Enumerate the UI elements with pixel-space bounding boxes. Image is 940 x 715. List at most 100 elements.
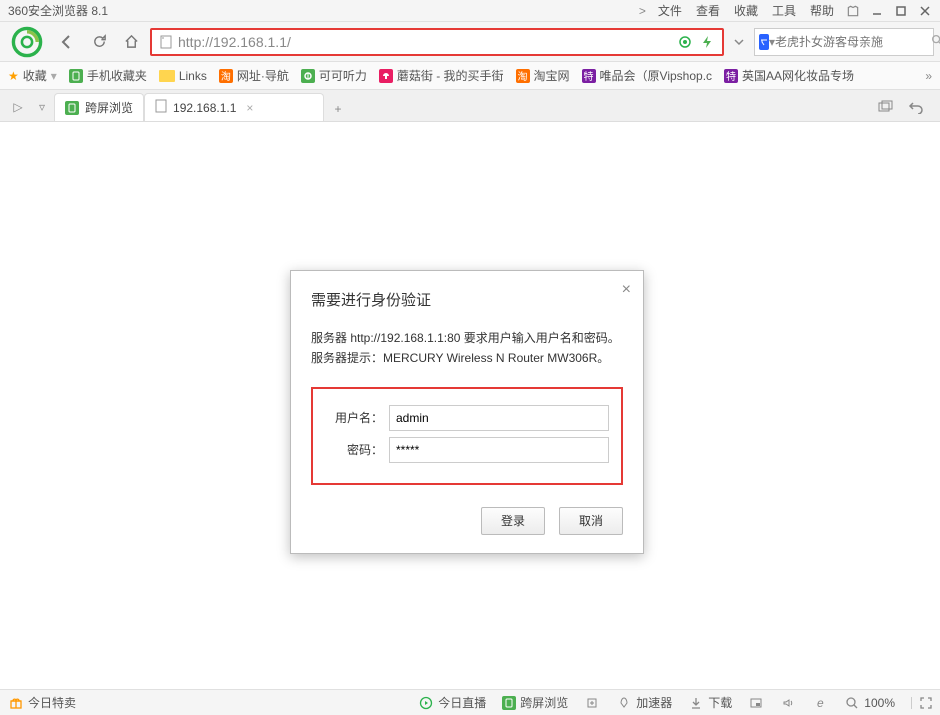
- bookmark-links[interactable]: Links: [159, 69, 207, 83]
- ie-mode-button[interactable]: e: [812, 695, 828, 711]
- dialog-close-button[interactable]: ×: [622, 281, 631, 299]
- reload-button[interactable]: [86, 29, 112, 55]
- favorites-label: 收藏: [23, 67, 47, 84]
- medical-icon: [584, 695, 600, 711]
- username-label: 用户名：: [325, 409, 389, 426]
- menu-view[interactable]: 查看: [690, 0, 726, 21]
- close-button[interactable]: [914, 2, 936, 20]
- password-row: 密码：: [325, 437, 609, 463]
- auth-dialog: 需要进行身份验证 × 服务器 http://192.168.1.1:80 要求用…: [290, 270, 644, 554]
- search-icon[interactable]: [930, 33, 940, 50]
- menu-more-indicator[interactable]: >: [639, 4, 646, 18]
- menu-file[interactable]: 文件: [652, 0, 688, 21]
- app-title: 360安全浏览器 8.1: [8, 2, 108, 19]
- fullscreen-button[interactable]: [911, 697, 932, 709]
- play-icon: [418, 695, 434, 711]
- download-icon: [688, 695, 704, 711]
- restore-tab-icon[interactable]: [874, 93, 898, 121]
- new-tab-button[interactable]: +: [324, 97, 352, 121]
- password-label: 密码：: [325, 441, 389, 458]
- vip-icon-2: 特: [724, 69, 738, 83]
- tab-cross-screen[interactable]: 跨屏浏览: [54, 93, 144, 121]
- bookmark-nav[interactable]: 淘 网址·导航: [219, 67, 289, 84]
- tab-label: 192.168.1.1: [173, 101, 236, 115]
- home-button[interactable]: [118, 29, 144, 55]
- pip-icon: [748, 695, 764, 711]
- dialog-message: 服务器 http://192.168.1.1:80 要求用户输入用户名和密码。 …: [311, 328, 623, 369]
- username-row: 用户名：: [325, 405, 609, 431]
- bookmark-phone[interactable]: 手机收藏夹: [69, 67, 147, 84]
- tab-label: 跨屏浏览: [85, 99, 133, 116]
- url-input[interactable]: [178, 34, 672, 50]
- page-icon: [155, 99, 167, 116]
- dialog-buttons: 登录 取消: [311, 507, 623, 535]
- zoom-control[interactable]: 100%: [844, 695, 895, 711]
- tab-list-button[interactable]: ▷: [6, 93, 30, 121]
- search-provider-icon[interactable]: [759, 34, 769, 50]
- mushroom-icon: [379, 69, 393, 83]
- username-input[interactable]: [389, 405, 609, 431]
- cancel-button[interactable]: 取消: [559, 507, 623, 535]
- sound-icon: [780, 695, 796, 711]
- dialog-title: 需要进行身份验证: [311, 289, 623, 310]
- zoom-value: 100%: [864, 696, 895, 710]
- search-box[interactable]: ▾: [754, 28, 934, 56]
- tab-strip: ▷ ▿ 跨屏浏览 192.168.1.1 × +: [0, 90, 940, 122]
- menu-tools[interactable]: 工具: [766, 0, 802, 21]
- status-bar: 今日特卖 今日直播 跨屏浏览 加速器 下载: [0, 689, 940, 715]
- tab-dropdown-button[interactable]: ▿: [30, 93, 54, 121]
- bookmark-mogu[interactable]: 蘑菇街 - 我的买手街: [379, 67, 504, 84]
- nav-bar: ▾: [0, 22, 940, 62]
- bookmark-aa[interactable]: 特 英国AA网化妆品专场: [724, 67, 854, 84]
- titlebar-right: > 文件 查看 收藏 工具 帮助: [639, 0, 936, 21]
- pip-button[interactable]: [748, 695, 764, 711]
- star-icon: ★: [8, 69, 19, 83]
- page-content: 需要进行身份验证 × 服务器 http://192.168.1.1:80 要求用…: [0, 122, 940, 689]
- today-deals-button[interactable]: 今日特卖: [8, 694, 76, 711]
- maximize-button[interactable]: [890, 2, 912, 20]
- undo-close-icon[interactable]: [904, 93, 928, 121]
- compat-mode-icon[interactable]: [676, 33, 694, 51]
- phone-sync-icon: [65, 101, 79, 115]
- bookmarks-bar: ★ 收藏 ▾ 手机收藏夹 Links 淘 网址·导航 可可听力 蘑菇街 - 我的…: [0, 62, 940, 90]
- title-bar: 360安全浏览器 8.1 > 文件 查看 收藏 工具 帮助: [0, 0, 940, 22]
- download-button[interactable]: 下载: [688, 694, 732, 711]
- vip-icon: 特: [582, 69, 596, 83]
- search-input[interactable]: [775, 35, 930, 49]
- phone-icon-sb: [502, 696, 516, 710]
- lightning-icon[interactable]: [698, 33, 716, 51]
- phone-icon: [69, 69, 83, 83]
- gift-icon: [8, 695, 24, 711]
- tab-active[interactable]: 192.168.1.1 ×: [144, 93, 324, 121]
- tao-icon: 淘: [219, 69, 233, 83]
- bookmark-vipshop[interactable]: 特 唯品会（原Vipshop.c: [582, 67, 712, 84]
- bookmark-kekenet[interactable]: 可可听力: [301, 67, 367, 84]
- menu-help[interactable]: 帮助: [804, 0, 840, 21]
- url-dropdown[interactable]: [730, 37, 748, 47]
- credentials-area: 用户名： 密码：: [311, 387, 623, 485]
- mute-button[interactable]: [780, 695, 796, 711]
- skin-button[interactable]: [842, 2, 864, 20]
- tab-close-icon[interactable]: ×: [246, 101, 253, 115]
- folder-icon: [159, 70, 175, 82]
- bookmarks-overflow[interactable]: »: [925, 69, 932, 83]
- site-icon: [158, 34, 174, 50]
- browser-logo-icon[interactable]: [6, 24, 48, 60]
- minimize-button[interactable]: [866, 2, 888, 20]
- cross-screen-button[interactable]: 跨屏浏览: [502, 694, 568, 711]
- dialog-message-line2: 服务器提示：MERCURY Wireless N Router MW306R。: [311, 348, 623, 368]
- password-input[interactable]: [389, 437, 609, 463]
- address-bar[interactable]: [150, 28, 724, 56]
- menu-favorites[interactable]: 收藏: [728, 0, 764, 21]
- tao-icon-2: 淘: [516, 69, 530, 83]
- today-live-button[interactable]: 今日直播: [418, 694, 486, 711]
- rocket-icon: [616, 695, 632, 711]
- login-button[interactable]: 登录: [481, 507, 545, 535]
- bookmark-taobao[interactable]: 淘 淘宝网: [516, 67, 570, 84]
- favorites-button[interactable]: ★ 收藏 ▾: [8, 67, 57, 84]
- accelerator-button[interactable]: 加速器: [616, 694, 672, 711]
- dialog-message-line1: 服务器 http://192.168.1.1:80 要求用户输入用户名和密码。: [311, 328, 623, 348]
- green-k-icon: [301, 69, 315, 83]
- back-button[interactable]: [54, 29, 80, 55]
- doctor-button[interactable]: [584, 695, 600, 711]
